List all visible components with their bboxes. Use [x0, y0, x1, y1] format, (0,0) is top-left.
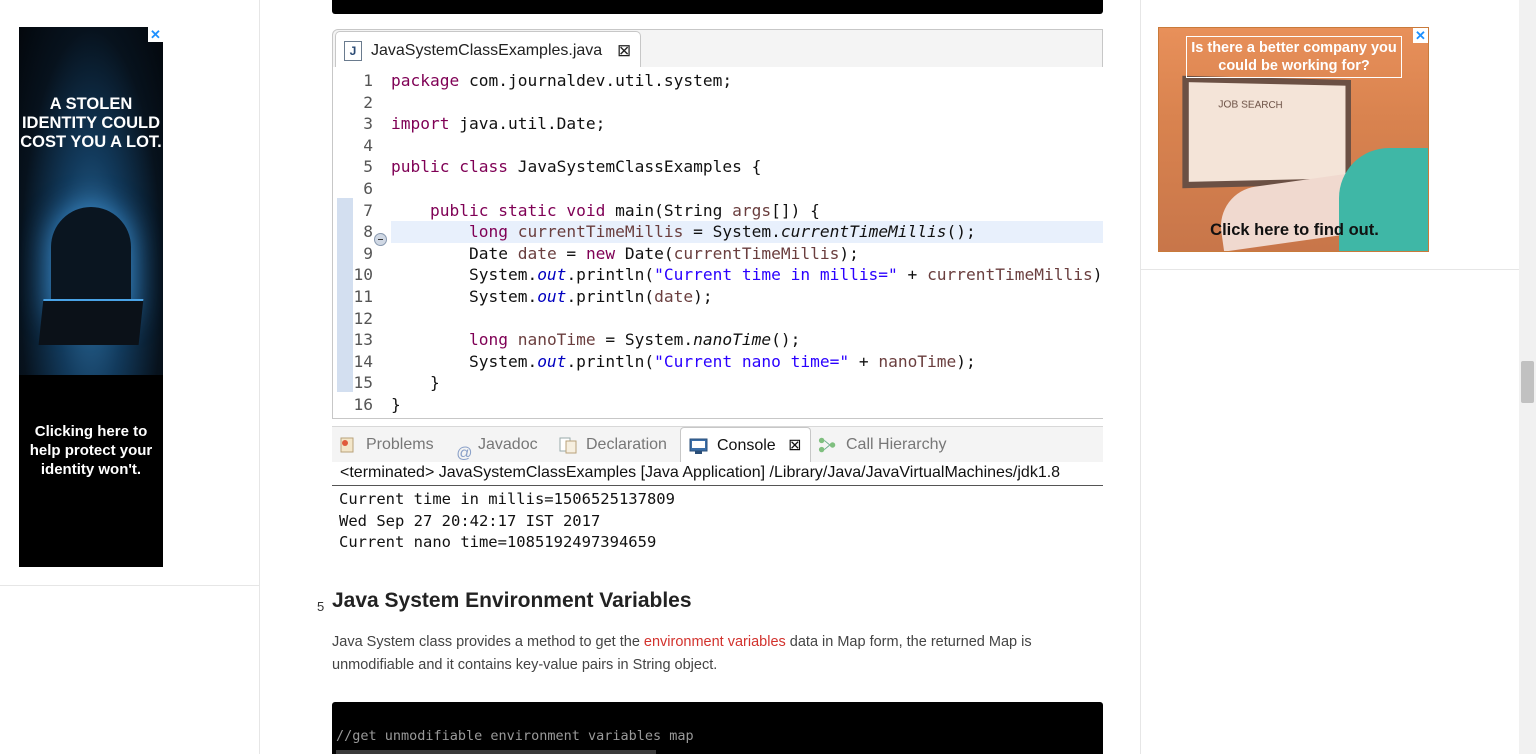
console-status-line: <terminated> JavaSystemClassExamples [Ja… — [332, 462, 1103, 486]
code-line: 16} — [353, 395, 401, 414]
ad-close-icon[interactable]: ✕ — [148, 27, 163, 42]
scrollbar-thumb[interactable] — [1521, 361, 1534, 403]
editor-tab-java-file[interactable]: J JavaSystemClassExamples.java ⊠ — [335, 31, 641, 68]
call-hierarchy-icon — [818, 437, 836, 453]
code-line: 3 import java.util.Date; — [363, 114, 606, 134]
tab-console[interactable]: Console ⊠ — [680, 427, 811, 463]
code-line: 7 public static void main(String args[])… — [363, 200, 820, 220]
ad-headline: A STOLEN IDENTITY COULD COST YOU A LOT. — [20, 95, 162, 151]
ad-tagline: Clicking here to help protect your ident… — [29, 423, 153, 478]
code-line: 14 System.out.println("Current nano time… — [353, 351, 976, 371]
code-line: 11 System.out.println(date); — [353, 287, 713, 306]
code-line: 5 public class JavaSystemClassExamples { — [363, 157, 762, 177]
tab-close-icon[interactable]: ⊠ — [617, 41, 631, 61]
java-file-icon: J — [344, 41, 362, 61]
code-comment: //get unmodifiable environment variables… — [336, 728, 694, 744]
console-output: Current time in millis=1506525137809 Wed… — [339, 490, 675, 552]
editor-tab-bar: J JavaSystemClassExamples.java ⊠ — [332, 29, 1103, 68]
tab-close-icon[interactable]: ⊠ — [788, 437, 801, 454]
code-editor[interactable]: 1 package com.journaldev.util.system; 2 3… — [332, 67, 1103, 419]
eclipse-screenshot: J JavaSystemClassExamples.java ⊠ 1 packag… — [332, 29, 1103, 556]
console-icon — [689, 438, 708, 454]
section-heading: Java System Environment Variables — [332, 589, 692, 612]
environment-variables-link[interactable]: environment variables — [644, 634, 786, 650]
code-line: 12 — [353, 308, 374, 328]
code-line: 9 Date date = new Date(currentTimeMillis… — [363, 243, 859, 263]
sidebar-divider — [0, 585, 259, 586]
sidebar-divider — [1141, 269, 1521, 270]
code-block-end — [332, 0, 1103, 14]
editor-tab-label: JavaSystemClassExamples.java — [371, 42, 603, 59]
ad-headline: Is there a better company you could be w… — [1186, 36, 1402, 78]
code-block: //get unmodifiable environment variables… — [332, 702, 1103, 754]
at-icon: @ — [456, 444, 473, 462]
laptop-image — [38, 299, 144, 345]
code-line: 2 — [363, 92, 373, 112]
code-line: 15 } — [353, 373, 440, 393]
job-search-ad-banner[interactable]: JOB SEARCH Is there a better company you… — [1158, 27, 1429, 252]
code-next-line — [336, 750, 656, 754]
tab-javadoc[interactable]: @Javadoc — [456, 427, 538, 463]
laptop-screen-image: JOB SEARCH — [1182, 75, 1351, 189]
declaration-icon — [559, 437, 577, 454]
tab-problems[interactable]: Problems — [338, 427, 434, 463]
heading-number: 5 — [317, 599, 325, 614]
paragraph-text: Java System class provides a method to g… — [332, 634, 644, 650]
identity-ad-banner[interactable]: A STOLEN IDENTITY COULD COST YOU A LOT. … — [19, 27, 163, 567]
problems-icon — [340, 437, 354, 453]
job-search-text: JOB SEARCH — [1218, 99, 1283, 112]
code-line: 4 — [363, 135, 373, 155]
code-line-highlighted: 8 long currentTimeMillis = System.curren… — [363, 221, 1103, 243]
section-paragraph: Java System class provides a method to g… — [332, 631, 1103, 677]
tab-call-hierarchy[interactable]: Call Hierarchy — [818, 427, 946, 463]
code-line: 10 System.out.println("Current time in m… — [353, 265, 1104, 285]
tab-declaration[interactable]: Declaration — [558, 427, 667, 463]
code-line: 6 — [363, 179, 373, 198]
code-line: 13 long nanoTime = System.nanoTime(); — [353, 330, 801, 350]
view-tab-bar: Problems @Javadoc Declaration Console ⊠ … — [332, 426, 1103, 463]
code-line: 1 package com.journaldev.util.system; — [363, 71, 733, 90]
ad-cta[interactable]: Click here to find out. — [1159, 221, 1428, 240]
ad-close-icon[interactable]: ✕ — [1413, 28, 1428, 43]
